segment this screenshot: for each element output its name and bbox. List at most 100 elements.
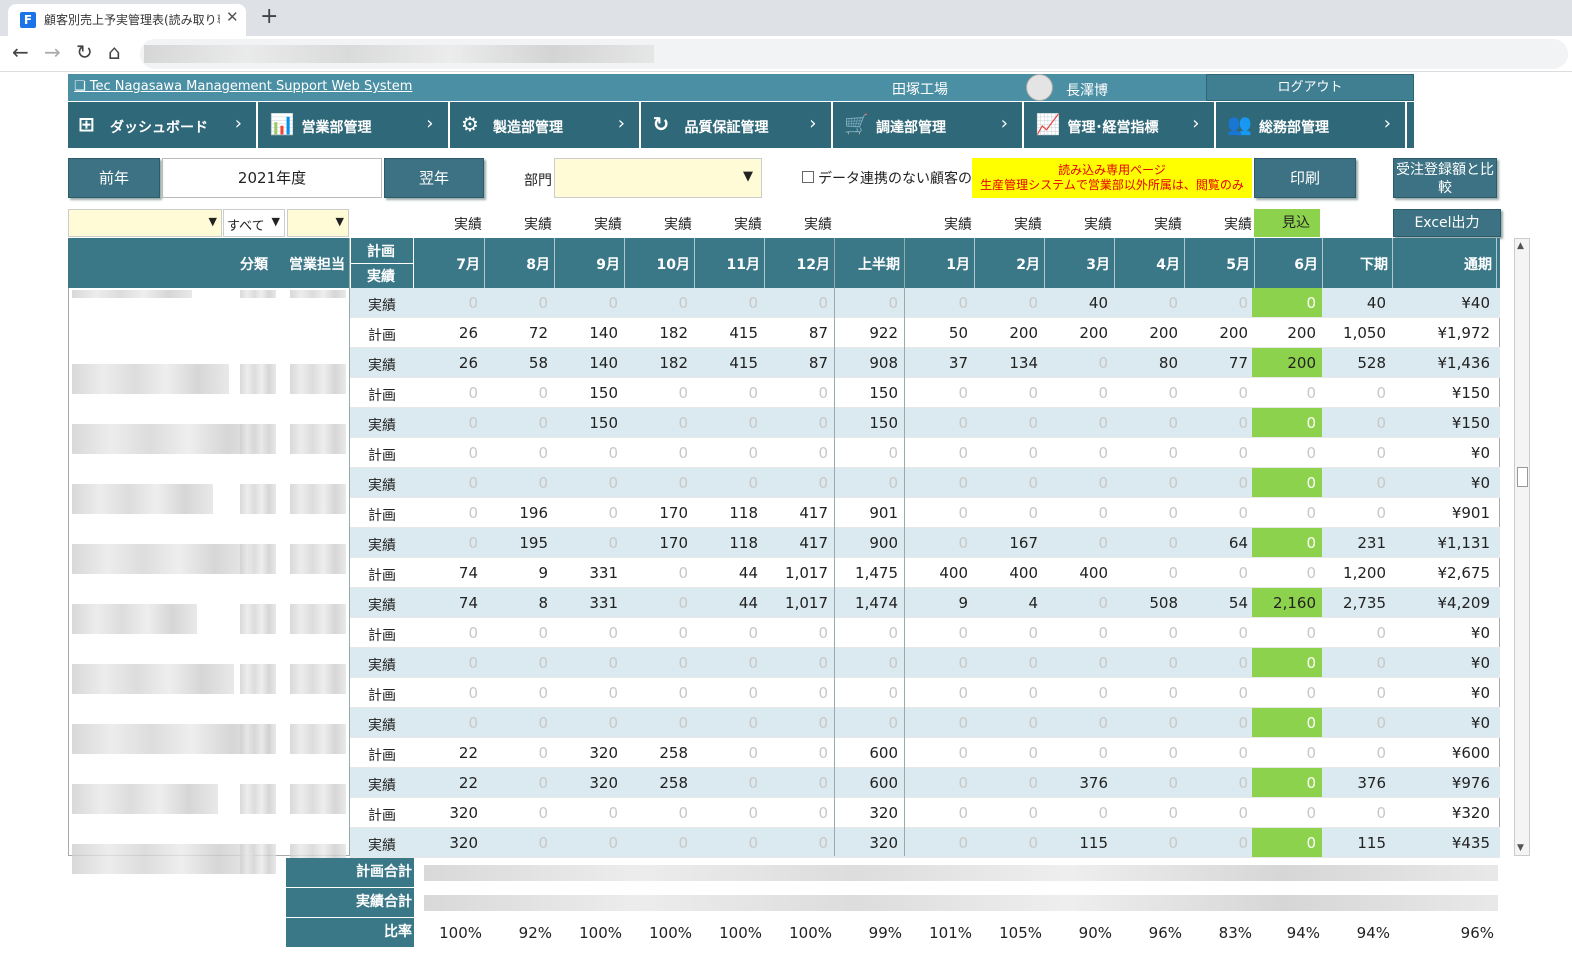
table-cell: 528 (1357, 354, 1386, 372)
table-cell: 0 (818, 384, 828, 402)
menu-item-4[interactable]: 🛒 調達部管理 › (834, 102, 1024, 148)
chevron-right-icon: › (809, 113, 817, 134)
ratio-value: 100% (579, 924, 622, 942)
menu-item-2[interactable]: ⚙ 製造部管理 › (451, 102, 641, 148)
table-cell: 0 (678, 804, 688, 822)
table-cell: 0 (538, 384, 548, 402)
gear-icon: ⚙ (461, 112, 479, 136)
table-row: 計画 0 0 0 0 0 0 0 0 0 0 0 0 0 0 ¥0 (350, 438, 1500, 468)
table-cell: 0 (1168, 414, 1178, 432)
table-cell: 58 (528, 354, 548, 372)
table-cell: 0 (538, 474, 548, 492)
table-cell: 1,050 (1343, 324, 1386, 342)
table-cell: 0 (1306, 774, 1316, 792)
user-name: 長澤博 (1066, 83, 1108, 99)
ratio-value: 94% (1356, 924, 1390, 942)
table-cell: 44 (738, 594, 758, 612)
close-icon[interactable]: ✕ (226, 8, 239, 26)
table-cell: 331 (589, 594, 618, 612)
table-cell: 0 (748, 834, 758, 852)
table-row: 計画 320 0 0 0 0 0 320 0 0 0 0 0 0 0 ¥320 (350, 798, 1500, 828)
scroll-down-icon[interactable]: ▼ (1517, 843, 1524, 853)
table-cell: 40 (1088, 294, 1108, 312)
home-icon[interactable]: ⌂ (108, 40, 121, 64)
system-title-link[interactable]: ❏ Tec Nagasawa Management Support Web Sy… (74, 79, 412, 94)
table-cell: 0 (1238, 294, 1248, 312)
table-cell: 600 (869, 774, 898, 792)
vertical-scrollbar[interactable]: ▲ ▼ (1514, 238, 1530, 856)
main-menu: ⊞ ダッシュボード › 📊 営業部管理 › ⚙ 製造部管理 › ↻ 品質保証管理 › 🛒 調達部管理 › 📈 管… (68, 102, 1414, 148)
table-cell: 0 (1098, 504, 1108, 522)
sales-rep-filter[interactable]: ▼ (287, 209, 349, 237)
menu-item-1[interactable]: 📊 営業部管理 › (260, 102, 450, 148)
next-year-button[interactable]: 翌年 (384, 158, 484, 198)
table-cell: 0 (468, 654, 478, 672)
table-cell: 1,474 (855, 594, 898, 612)
table-cell: 64 (1228, 534, 1248, 552)
readonly-notice: 読み込み専用ページ 生産管理システムで営業部以外所属は、閲覧のみ (972, 158, 1252, 198)
table-cell: 0 (1238, 414, 1248, 432)
back-icon[interactable]: ← (12, 40, 29, 64)
table-cell: 0 (608, 504, 618, 522)
table-cell: 320 (869, 804, 898, 822)
chevron-right-icon: › (617, 113, 625, 134)
table-cell: 258 (659, 774, 688, 792)
browser-tab[interactable]: F 顧客別売上予実管理表(読み取り専 ✕ (8, 4, 246, 36)
table-cell: 258 (659, 744, 688, 762)
table-cell: 0 (748, 654, 758, 672)
table-cell: 0 (888, 444, 898, 462)
header-month: 9月 (596, 257, 620, 273)
ratio-value: 94% (1286, 924, 1320, 942)
logout-button[interactable]: ログアウト (1206, 74, 1414, 101)
table-cell: 200 (1009, 324, 1038, 342)
table-cell: 118 (729, 534, 758, 552)
customer-filter[interactable]: ▼ (68, 209, 222, 237)
new-tab-icon[interactable]: + (260, 4, 278, 29)
menu-item-0[interactable]: ⊞ ダッシュボード › (68, 102, 258, 148)
table-cell: 0 (1168, 474, 1178, 492)
category-filter[interactable]: すべて ▼ (223, 209, 285, 237)
row-type-label: 実績 (368, 358, 396, 374)
table-cell: 0 (1028, 414, 1038, 432)
table-cell: 0 (678, 594, 688, 612)
table-cell: 0 (748, 444, 758, 462)
table-cell: 0 (818, 414, 828, 432)
table-cell: 0 (1168, 444, 1178, 462)
scroll-up-icon[interactable]: ▲ (1517, 241, 1524, 251)
scrollbar-thumb[interactable] (1517, 467, 1528, 487)
table-cell: 0 (958, 624, 968, 642)
no-link-customers-checkbox[interactable] (802, 171, 814, 183)
forward-icon[interactable]: → (44, 40, 61, 64)
address-bar[interactable] (140, 39, 1568, 69)
table-cell: 140 (589, 324, 618, 342)
table-cell: 0 (1238, 684, 1248, 702)
table-cell: 140 (589, 354, 618, 372)
table-cell: 87 (808, 324, 828, 342)
table-cell: 200 (1149, 324, 1178, 342)
table-row: 実績 0 195 0 170 118 417 900 0 167 0 0 64 0 231 ¥1,131 (350, 528, 1500, 558)
compare-orders-button[interactable]: 受注登録額と比較 (1393, 158, 1497, 198)
table-row: 実績 0 0 0 0 0 0 0 0 0 0 0 0 0 0 ¥0 (350, 708, 1500, 738)
header-plan-actual: 計画 実績 (350, 238, 414, 288)
table-cell: 0 (748, 774, 758, 792)
prev-year-button[interactable]: 前年 (68, 158, 160, 198)
table-cell: 4 (1028, 594, 1038, 612)
table-cell: 0 (538, 654, 548, 672)
department-label: 部門 (524, 173, 552, 189)
table-row: 実績 74 8 331 0 44 1,017 1,474 9 4 0 508 54 2,160 2,735 ¥… (350, 588, 1500, 618)
menu-item-3[interactable]: ↻ 品質保証管理 › (643, 102, 833, 148)
table-cell: 87 (808, 354, 828, 372)
table-cell: 0 (888, 684, 898, 702)
dropdown-arrow-icon: ▼ (208, 215, 217, 228)
department-select[interactable]: ▼ (554, 158, 762, 198)
table-row: 計画 26 72 140 182 415 87 922 50 200 200 200 200 200 1,0… (350, 318, 1500, 348)
reload-icon[interactable]: ↻ (76, 40, 93, 64)
table-cell: 320 (449, 834, 478, 852)
print-button[interactable]: 印刷 (1254, 158, 1356, 198)
menu-item-6[interactable]: 👥 総務部管理 › (1217, 102, 1407, 148)
excel-export-button[interactable]: Excel出力 (1393, 209, 1501, 237)
menu-item-5[interactable]: 📈 管理･経営指標 › (1026, 102, 1216, 148)
header-month: 3月 (1086, 257, 1110, 273)
row-type-label: 実績 (368, 478, 396, 494)
column-status-label: 実績 (524, 217, 552, 233)
